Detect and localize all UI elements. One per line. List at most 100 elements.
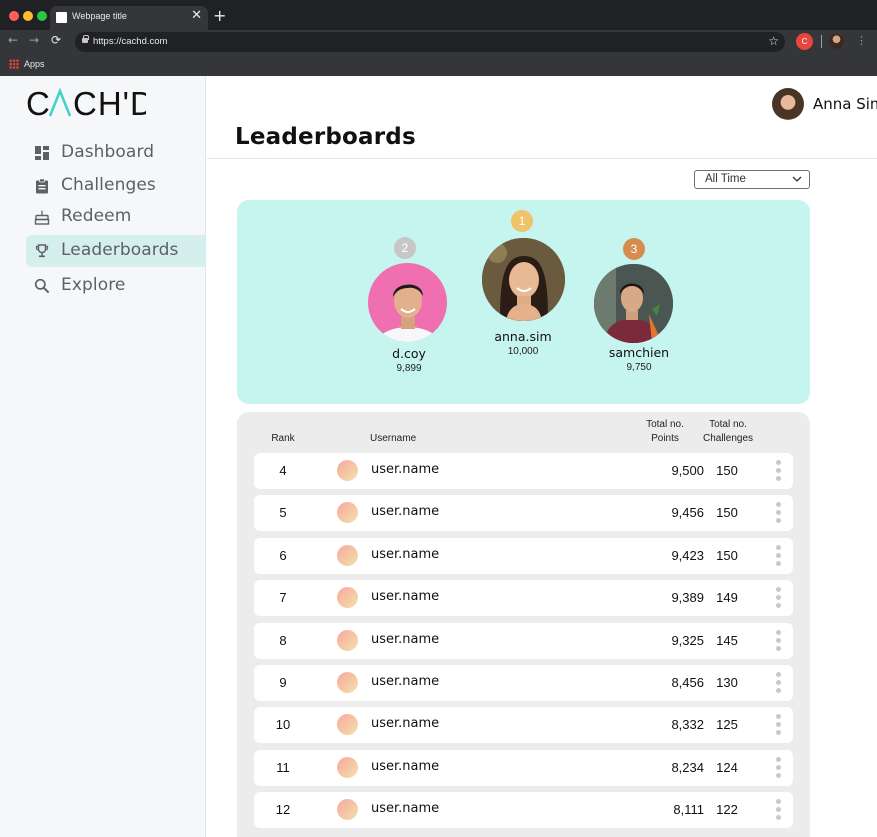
time-filter-value: All Time [705, 173, 746, 185]
sidebar-item-leaderboards[interactable]: Leaderboards [26, 235, 206, 267]
more-options-icon[interactable] [774, 799, 784, 821]
main-content: Leaderboards Anna Sim All Time 2 [207, 76, 877, 837]
browser-tab[interactable]: Webpage title ✕ [50, 6, 208, 30]
row-username[interactable]: user.name [371, 759, 439, 774]
tab-strip: Webpage title ✕ + [0, 0, 877, 30]
avatar[interactable] [337, 460, 358, 481]
browser-profile-avatar[interactable] [829, 34, 844, 49]
more-options-icon[interactable] [774, 757, 784, 779]
avatar[interactable] [337, 714, 358, 735]
sidebar-item-redeem[interactable]: Redeem [26, 201, 206, 233]
chevron-down-icon [792, 176, 802, 182]
address-bar[interactable]: https://cachd.com ☆ [75, 32, 785, 52]
row-rank: 6 [279, 548, 287, 563]
bookmark-apps[interactable]: Apps [24, 59, 45, 69]
table-row[interactable]: 9 user.name 8,456 130 [254, 665, 793, 701]
avatar[interactable] [337, 757, 358, 778]
brand-logo[interactable]: C CH'D [26, 84, 146, 124]
browser-menu-icon[interactable]: ⋮ [856, 34, 867, 47]
minimize-window-button[interactable] [23, 11, 33, 21]
row-username[interactable]: user.name [371, 801, 439, 816]
trophy-icon [35, 244, 49, 258]
row-username[interactable]: user.name [371, 504, 439, 519]
column-header-points: Total no. Points [635, 418, 695, 446]
row-username[interactable]: user.name [371, 462, 439, 477]
row-points: 9,325 [671, 633, 704, 648]
column-header-username: Username [370, 433, 417, 444]
more-options-icon[interactable] [774, 502, 784, 524]
more-options-icon[interactable] [774, 545, 784, 567]
row-username[interactable]: user.name [371, 716, 439, 731]
time-filter-select[interactable]: All Time [694, 170, 810, 189]
table-row[interactable]: 8 user.name 9,325 145 [254, 623, 793, 659]
podium-points: 9,750 [626, 362, 652, 373]
column-header-challenges-line2: Challenges [702, 433, 754, 444]
table-row[interactable]: 12 user.name 8,111 122 [254, 792, 793, 828]
avatar[interactable] [337, 502, 358, 523]
row-points: 9,423 [671, 548, 704, 563]
column-header-points-line1: Total no. [646, 419, 684, 430]
row-rank: 12 [275, 802, 291, 817]
row-rank: 8 [279, 633, 287, 648]
avatar[interactable] [368, 263, 447, 342]
lock-icon [82, 35, 89, 43]
forward-arrow-icon[interactable]: → [29, 33, 39, 47]
avatar[interactable] [594, 264, 673, 343]
svg-text:CH'D: CH'D [73, 85, 146, 122]
more-options-icon[interactable] [774, 460, 784, 482]
clipboard-icon [36, 178, 48, 194]
more-options-icon[interactable] [774, 672, 784, 694]
url-text: https://cachd.com [93, 36, 168, 47]
sidebar-item-explore[interactable]: Explore [26, 270, 206, 302]
bookmark-star-icon[interactable]: ☆ [768, 34, 779, 48]
extension-icon[interactable]: C [796, 33, 813, 50]
row-rank: 7 [279, 590, 287, 605]
avatar[interactable] [772, 88, 804, 120]
table-row[interactable]: 10 user.name 8,332 125 [254, 707, 793, 743]
podium-username: samchien [608, 345, 670, 360]
new-tab-button[interactable]: + [213, 6, 226, 25]
sidebar-item-label: Dashboard [61, 142, 155, 162]
row-username[interactable]: user.name [371, 589, 439, 604]
table-row[interactable]: 5 user.name 9,456 150 [254, 495, 793, 531]
row-challenges: 149 [716, 590, 738, 605]
avatar[interactable] [482, 238, 565, 321]
sidebar-item-challenges[interactable]: Challenges [26, 170, 206, 202]
tab-title: Webpage title [72, 11, 127, 21]
leaderboard-table: Rank Username Total no. Points Total no.… [237, 412, 810, 837]
podium-username: anna.sim [494, 329, 552, 344]
avatar[interactable] [337, 587, 358, 608]
row-username[interactable]: user.name [371, 674, 439, 689]
table-row[interactable]: 7 user.name 9,389 149 [254, 580, 793, 616]
close-window-button[interactable] [9, 11, 19, 21]
toolbar-divider [821, 35, 822, 48]
reload-icon[interactable]: ⟳ [51, 33, 61, 47]
back-arrow-icon[interactable]: ← [8, 33, 18, 47]
search-icon [34, 278, 50, 294]
avatar[interactable] [337, 630, 358, 651]
top-three-podium: 2 d.coy 9,899 1 anna.sim 10,000 3 samchi… [237, 200, 810, 404]
more-options-icon[interactable] [774, 630, 784, 652]
sidebar-item-dashboard[interactable]: Dashboard [26, 137, 206, 169]
browser-toolbar: ← → ⟳ https://cachd.com ☆ C ⋮ [0, 30, 877, 54]
avatar[interactable] [337, 799, 358, 820]
row-challenges: 124 [716, 760, 738, 775]
table-row[interactable]: 4 user.name 9,500 150 [254, 453, 793, 489]
close-tab-icon[interactable]: ✕ [191, 8, 202, 23]
more-options-icon[interactable] [774, 714, 784, 736]
avatar[interactable] [337, 672, 358, 693]
table-row[interactable]: 6 user.name 9,423 150 [254, 538, 793, 574]
row-challenges: 150 [716, 505, 738, 520]
svg-text:C: C [26, 85, 51, 122]
page-header: Leaderboards Anna Sim [207, 76, 877, 159]
maximize-window-button[interactable] [37, 11, 47, 21]
table-row[interactable]: 11 user.name 8,234 124 [254, 750, 793, 786]
row-username[interactable]: user.name [371, 547, 439, 562]
cake-icon [34, 210, 50, 225]
user-name[interactable]: Anna Sim [813, 95, 877, 113]
row-points: 9,456 [671, 505, 704, 520]
avatar[interactable] [337, 545, 358, 566]
more-options-icon[interactable] [774, 587, 784, 609]
apps-grid-icon[interactable] [9, 59, 19, 69]
row-username[interactable]: user.name [371, 632, 439, 647]
